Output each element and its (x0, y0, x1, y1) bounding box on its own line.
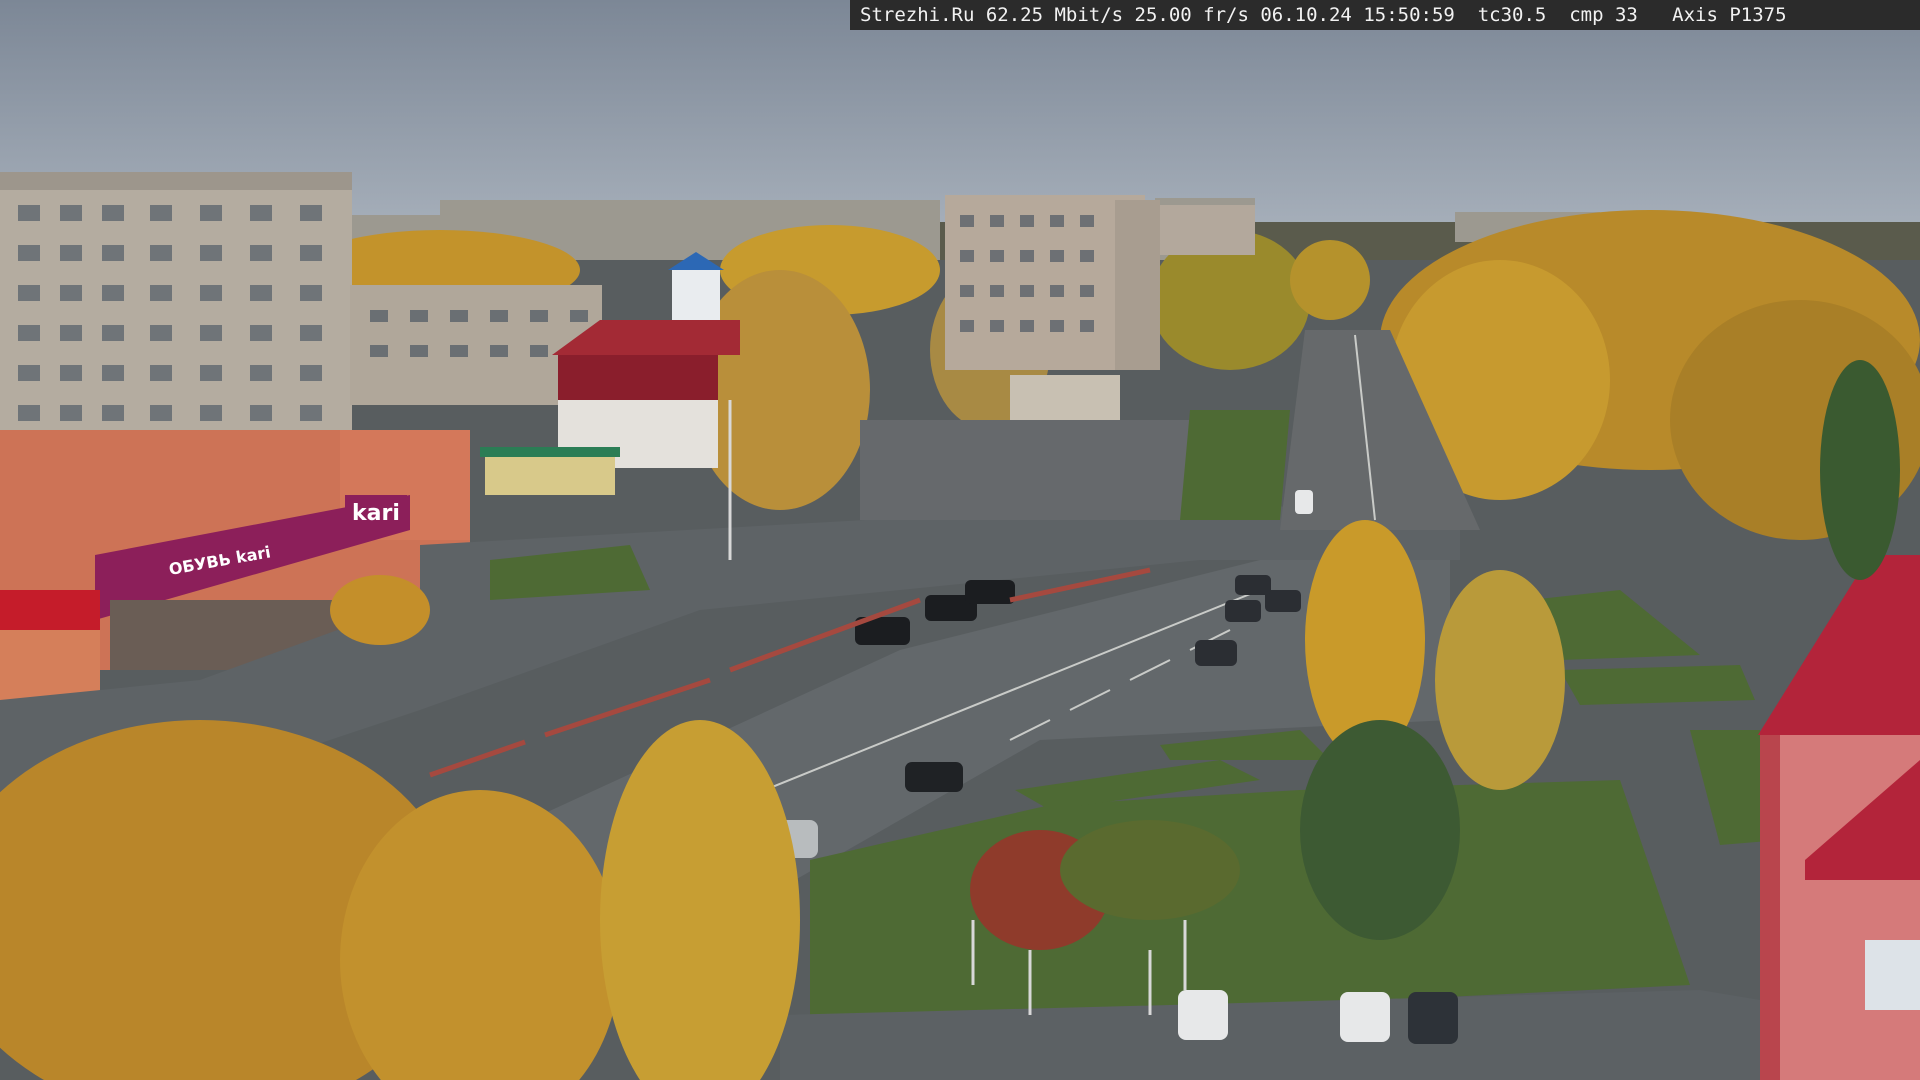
kiosk-roof (480, 447, 620, 457)
upper-square (860, 420, 1210, 520)
webcam-scene: kari ОБУВЬ kari (0, 0, 1920, 1080)
store-logo: kari (352, 501, 400, 526)
yellow-kiosk (485, 455, 615, 495)
red-roof-house (552, 320, 740, 468)
camera-osd-overlay: Strezhi.Ru 62.25 Mbit/s 25.00 fr/s 06.10… (850, 0, 1920, 30)
